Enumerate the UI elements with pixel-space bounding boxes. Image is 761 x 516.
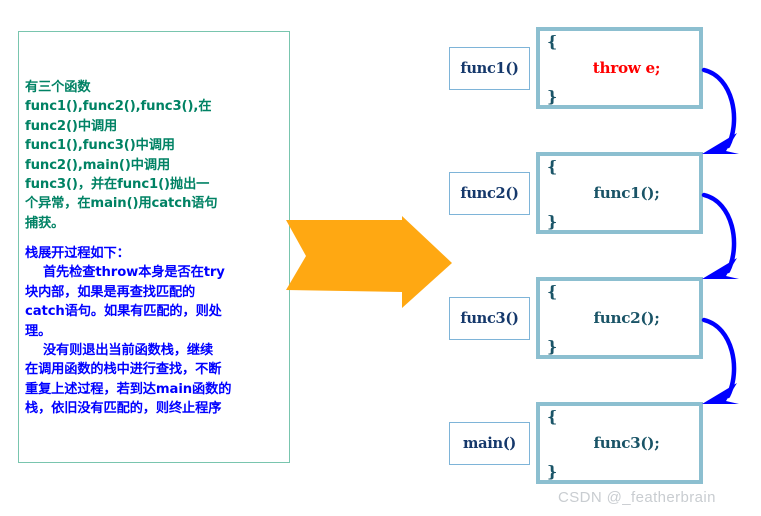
stack-frame: func1() { throw e; }	[430, 27, 761, 109]
stack-frame: func2() { func1(); }	[430, 152, 761, 234]
stack-frame-label: func3()	[449, 297, 530, 340]
stack-frame-statement: throw e;	[592, 59, 661, 77]
description-paragraph-blue: 栈展开过程如下： 首先检查throw本身是否在try 块内部，如果是再查找匹配的…	[25, 246, 232, 417]
csdn-watermark: CSDN @_featherbrain	[558, 489, 716, 506]
description-panel: 有三个函数 func1(),func2(),func3(),在 func2()中…	[18, 31, 290, 463]
call-stack-diagram: func1() { throw e; } func2() { func1(); …	[430, 25, 761, 516]
close-brace: }	[547, 212, 558, 231]
orange-right-arrow-icon	[286, 216, 452, 308]
stack-frame-statement: func3();	[593, 434, 660, 452]
close-brace: }	[547, 462, 558, 481]
stack-frame-label: main()	[449, 422, 530, 465]
stack-frame-label: func1()	[449, 47, 530, 90]
open-brace: {	[547, 282, 558, 301]
diagram-canvas: 有三个函数 func1(),func2(),func3(),在 func2()中…	[0, 0, 761, 516]
stack-frame: main() { func3(); }	[430, 402, 761, 484]
stack-frame-label: func2()	[449, 172, 530, 215]
stack-frame-code-box: { func1(); }	[536, 152, 703, 234]
close-brace: }	[547, 87, 558, 106]
close-brace: }	[547, 337, 558, 356]
open-brace: {	[547, 32, 558, 51]
open-brace: {	[547, 407, 558, 426]
stack-frame-code-box: { throw e; }	[536, 27, 703, 109]
description-paragraph-green: 有三个函数 func1(),func2(),func3(),在 func2()中…	[25, 80, 218, 231]
open-brace: {	[547, 157, 558, 176]
stack-frame-statement: func1();	[593, 184, 660, 202]
stack-frame-statement: func2();	[593, 309, 660, 327]
stack-frame-code-box: { func3(); }	[536, 402, 703, 484]
stack-frame: func3() { func2(); }	[430, 277, 761, 359]
stack-frame-code-box: { func2(); }	[536, 277, 703, 359]
